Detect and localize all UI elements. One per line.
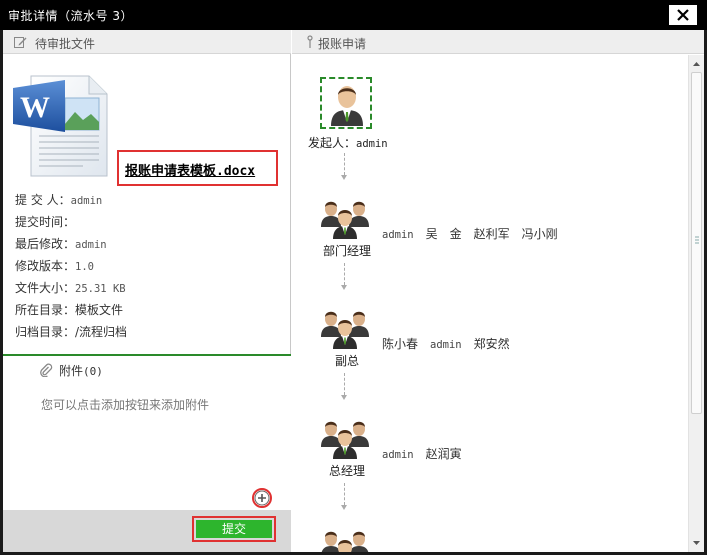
meta-archive-directory: 归档目录：/流程归档 [15,325,128,339]
add-circle-icon [254,490,270,506]
close-button[interactable] [669,5,697,25]
user-icon [331,86,363,126]
step-approvers-dept-manager: admin 吴 金赵利军 冯小刚 [382,225,570,242]
dialog-content: 待审批文件 W 报账申请表模板.docx 提 交 人：admin 提交时间： 最… [3,30,704,552]
submit-highlight: 提交 [192,516,276,542]
paperclip-icon [40,363,53,377]
flow-scrollbar[interactable] [688,55,704,552]
approver: 郑安然 [473,337,510,351]
file-meta: 提 交 人：admin 提交时间： 最后修改：admin 修改版本：1.0 文件… [15,192,127,346]
meta-file-size: 文件大小：25.31 KB [15,281,126,295]
meta-last-modified: 最后修改：admin [15,237,107,251]
approver: 陈小春 [382,337,419,351]
file-name-highlight: 报账申请表模板.docx [117,150,278,186]
meta-directory: 所在目录：模板文件 [15,303,124,317]
title-bar: 审批详情（流水号 3） [0,0,707,30]
approver: 赵利军 [473,227,510,241]
attachments-hint: 您可以点击添加按钮来添加附件 [41,398,210,412]
scroll-up-icon[interactable] [689,57,704,71]
approval-flow-title: 报账申请 [318,37,367,51]
approval-flow-header: 报账申请 [292,30,704,54]
user-group-icon [321,201,369,239]
approver: 吴 金 [425,227,462,241]
approver: admin [430,339,462,351]
approval-flow: 发起人：admin 部门经理 admin 吴 金 赵利军 冯小刚 副总 陈小春 … [292,55,688,552]
scroll-down-icon[interactable] [689,536,704,550]
flow-arrow [341,483,347,511]
attachments-section: 附件(0) 您可以点击添加按钮来添加附件 [3,356,291,510]
approver: admin [382,449,414,461]
step-approvers-general-manager: admin 赵润寅 [382,445,474,462]
pending-file-header: 待审批文件 [3,30,291,54]
meta-submit-time: 提交时间： [15,215,76,229]
user-group-icon [321,421,369,459]
flow-arrow [341,373,347,401]
close-icon [677,9,689,21]
meta-version: 修改版本：1.0 [15,259,94,273]
approver: 赵润寅 [425,447,462,461]
user-group-icon [321,531,369,552]
pending-file-title: 待审批文件 [35,37,96,51]
step-approvers-vice-president: 陈小春 admin 郑安然 [382,335,522,352]
step-label-general-manager: 总经理 [329,464,366,478]
word-document-icon: W [13,75,108,177]
flow-arrow [341,153,347,181]
window-title: 审批详情（流水号 3） [8,9,133,23]
attachments-title: 附件(0) [40,362,103,379]
user-group-icon [321,311,369,349]
step-label-dept-manager: 部门经理 [323,244,372,258]
add-attachment-button[interactable] [252,488,272,508]
pin-icon [307,35,313,48]
left-footer: 提交 [3,510,291,552]
submit-button[interactable]: 提交 [196,520,272,538]
initiator-node[interactable] [320,77,372,129]
step-label-vice-president: 副总 [335,354,360,368]
grip-icon [695,236,699,244]
file-name-link[interactable]: 报账申请表模板.docx [125,160,255,179]
meta-submitter: 提 交 人：admin [15,193,103,207]
flow-arrow [341,263,347,291]
edit-icon [14,37,27,48]
approver: admin [382,229,414,241]
approval-dialog: 审批详情（流水号 3） 待审批文件 W 报账申请表模板.docx 提 交 人：a… [0,0,707,555]
scrollbar-thumb[interactable] [691,72,702,414]
approval-flow-panel: 报账申请 发起人：admin 部门经理 admin 吴 金 赵利军 冯小刚 副总… [292,30,704,552]
initiator-label: 发起人：admin [308,136,388,150]
approver: 冯小刚 [521,227,558,241]
svg-text:W: W [20,91,50,124]
pending-file-panel: 待审批文件 W 报账申请表模板.docx 提 交 人：admin 提交时间： 最… [3,30,291,552]
